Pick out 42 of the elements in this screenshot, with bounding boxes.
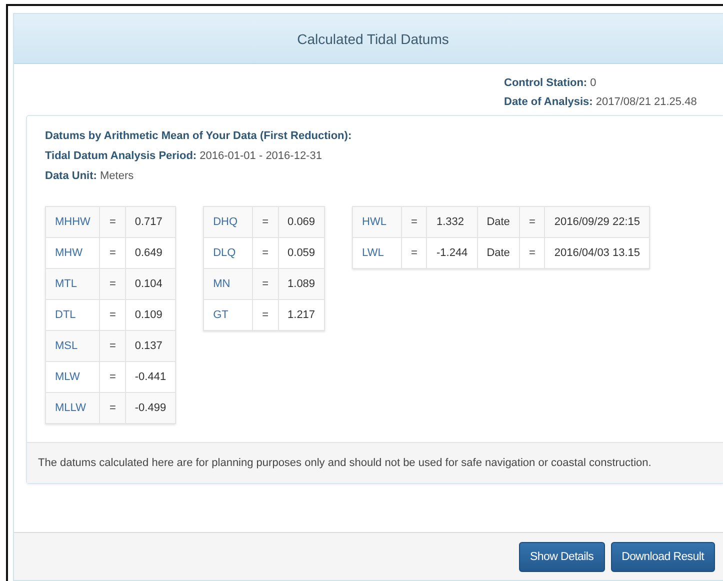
table-cell: MLLW [46,392,100,424]
table-cell: MN [204,268,253,300]
table-cell: LWL [352,238,402,268]
table-cell: = [100,392,126,424]
info-line: Data Unit: Meters [45,170,135,182]
modal-title: Calculated Tidal Datums [297,30,449,46]
table-cell: = [252,206,278,238]
table-cell: 0.104 [125,268,176,300]
disclaimer: The datums calculated here are for planning purposes only and should not be used for safe navigation or coastal construction. [27,442,723,483]
table-cell: = [519,238,545,268]
info-line: Tidal Datum Analysis Period: 2016-01-01 - 2016-12-31 [45,150,323,162]
table-cell: = [100,330,126,362]
table-cell: HWL [352,206,402,238]
table-cell: MSL [46,330,100,362]
info-line: Control Station: 0 [504,77,596,89]
table-cell: -1.244 [426,238,478,268]
table-cell: 1.089 [278,268,325,300]
table-cell: = [100,206,126,238]
table-cell: MHHW [46,206,100,238]
info-line: Date of Analysis: 2017/08/21 21.25.48 [504,96,697,108]
table-cell: 2016/04/03 13.15 [544,238,650,268]
table-cell: = [252,300,278,330]
table-cell: GT [204,300,253,330]
table-cell: 0.137 [125,330,176,362]
table-cell: = [402,206,427,238]
table-cell: = [519,206,545,238]
table-cell: -0.499 [125,392,176,424]
table-cell: 0.717 [125,206,176,238]
table-cell: = [402,238,427,268]
action-button[interactable]: Show Details [519,542,605,572]
table-cell: 0.069 [278,206,325,238]
table-cell: 1.217 [278,300,325,330]
info-line: Datums by Arithmetic Mean of Your Data (First Reduction): [45,130,353,142]
action-button[interactable]: Download Result [610,542,715,572]
table-cell: MTL [46,268,100,300]
table-cell: = [252,268,278,300]
table-cell: DHQ [204,206,253,238]
table-cell: 1.332 [426,206,478,238]
table-cell: Date [477,206,520,238]
table-cell: = [100,268,126,300]
table-cell: 2016/09/29 22:15 [544,206,650,238]
table-cell: Date [477,238,520,268]
